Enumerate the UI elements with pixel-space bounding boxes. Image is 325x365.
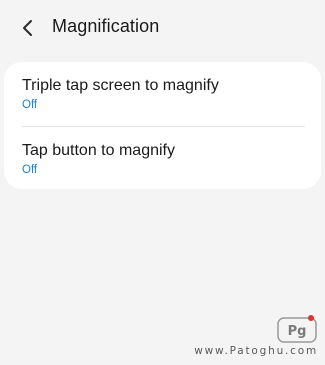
watermark: Pg www.Patoghu.com <box>166 312 324 362</box>
watermark-logo: Pg <box>277 315 317 343</box>
tap-button-magnify-status: Off <box>22 164 38 176</box>
triple-tap-magnify-label: Triple tap screen to magnify <box>22 77 219 94</box>
tap-button-magnify-item[interactable]: Tap button to magnify Off <box>22 141 312 181</box>
tap-button-magnify-label: Tap button to magnify <box>22 142 175 159</box>
triple-tap-magnify-status: Off <box>22 99 38 111</box>
settings-card: Triple tap screen to magnify Off Tap but… <box>4 62 321 189</box>
watermark-url: www.Patoghu.com <box>194 345 318 357</box>
watermark-logo-text: Pg <box>288 324 307 339</box>
back-button[interactable] <box>14 14 42 42</box>
page-title: Magnification <box>52 16 160 36</box>
divider <box>22 126 305 127</box>
triple-tap-magnify-item[interactable]: Triple tap screen to magnify Off <box>22 76 312 126</box>
app-header: Magnification <box>0 0 325 56</box>
chevron-left-icon <box>23 20 32 36</box>
